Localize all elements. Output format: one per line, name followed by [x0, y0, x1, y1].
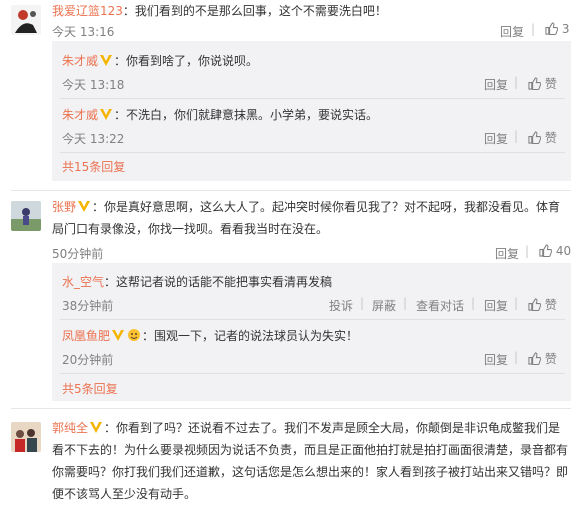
comment-body: 我爱辽篮123：我们看到的不是那么回事，这个不需要洗白吧！	[52, 1, 387, 21]
verified-v-icon	[90, 422, 103, 433]
reply-text: ：围观一下，记者的说法球员认为失实！	[142, 329, 359, 343]
reply-text: ：你看到啥了，你说说呗。	[114, 54, 259, 68]
like-count: 3	[561, 22, 570, 36]
divider: |	[360, 296, 365, 310]
reply-button[interactable]: 回复	[484, 76, 508, 93]
comment-body: 郭纯全 ：你看到了吗？还说看不过去了。我们不发声是顾全大局，你颠倒是非识龟成鳖我们…	[52, 418, 560, 438]
like-button[interactable]: 赞	[528, 129, 557, 146]
thumbs-up-icon	[528, 131, 542, 145]
username-link[interactable]: 朱才威	[62, 108, 98, 122]
comment-time: 50分钟前	[52, 247, 104, 261]
verified-v-icon	[78, 201, 91, 212]
avatar[interactable]	[11, 201, 41, 231]
username-link[interactable]: 我爱辽篮123	[52, 4, 123, 18]
reply-button[interactable]: 回复	[484, 351, 508, 368]
reply-list: 朱才威 ：你看到啥了，你说说呗。 今天 13:18 回复 | 赞 朱才威 ：不洗白，…	[52, 41, 571, 181]
divider: |	[525, 244, 530, 258]
verified-v-icon	[112, 330, 125, 341]
comment-time: 今天 13:16	[52, 25, 115, 39]
username-link[interactable]: 凤凰鱼肥	[62, 329, 110, 343]
reply-button[interactable]: 回复	[484, 297, 508, 314]
thumbs-up-icon	[539, 244, 553, 258]
reply-text: ：这帮记者说的话能不能把事实看清再发稿	[104, 275, 333, 289]
like-button[interactable]: 3	[545, 22, 569, 36]
divider	[60, 152, 565, 153]
like-button[interactable]: 40	[539, 244, 571, 258]
thumbs-up-icon	[545, 22, 559, 36]
verified-v-icon	[100, 109, 113, 120]
divider: |	[471, 296, 476, 310]
reply-button[interactable]: 回复	[500, 23, 524, 40]
like-button[interactable]: 赞	[528, 296, 557, 313]
reply-body: 朱才威 ：不洗白，你们就肆意抹黑。小学弟，要说实话。	[62, 105, 378, 125]
reply-time: 38分钟前	[62, 299, 114, 313]
comment-text-continued: 你需要吗？你打我们我们还道歉，这句话您是怎么想出来的！家人看到孩子被打站出来又错…	[52, 465, 569, 479]
divider: |	[514, 350, 519, 364]
reply-button[interactable]: 回复	[495, 245, 519, 262]
more-replies-link[interactable]: 共15条回复	[62, 158, 125, 175]
divider: |	[531, 22, 536, 36]
reply-body: 凤凰鱼肥 ：围观一下，记者的说法球员认为失实！	[62, 326, 358, 346]
divider	[60, 373, 565, 374]
reply-time: 今天 13:18	[62, 78, 125, 92]
divider: |	[514, 129, 519, 143]
like-label: 赞	[544, 131, 557, 145]
reply-button[interactable]: 回复	[484, 130, 508, 147]
reply-text: ：不洗白，你们就肆意抹黑。小学弟，要说实话。	[114, 108, 379, 122]
divider: |	[514, 296, 519, 310]
reply-list: 水_空气：这帮记者说的话能不能把事实看清再发稿 38分钟前 投诉 | 屏蔽 | …	[52, 263, 571, 401]
divider	[11, 190, 571, 191]
avatar[interactable]	[11, 422, 41, 452]
report-button[interactable]: 投诉	[329, 297, 353, 314]
like-label: 赞	[544, 298, 557, 312]
like-button[interactable]: 赞	[528, 75, 557, 92]
username-link[interactable]: 郭纯全	[52, 421, 88, 435]
divider: |	[514, 75, 519, 89]
username-link[interactable]: 张野	[52, 200, 76, 214]
reply-time: 20分钟前	[62, 353, 114, 367]
username-link[interactable]: 水_空气	[62, 275, 104, 289]
reply-body: 水_空气：这帮记者说的话能不能把事实看清再发稿	[62, 272, 332, 292]
view-conversation-button[interactable]: 查看对话	[416, 297, 464, 314]
fan-emoji-icon	[128, 329, 141, 341]
thumbs-up-icon	[528, 77, 542, 91]
verified-v-icon	[100, 55, 113, 66]
thumbs-up-icon	[528, 352, 542, 366]
divider	[11, 408, 571, 409]
reply-time: 今天 13:22	[62, 132, 125, 146]
like-label: 赞	[544, 352, 557, 366]
comment-text: ：你看到了吗？还说看不过去了。我们不发声是顾全大局，你颠倒是非识龟成鳖我们是	[104, 421, 561, 435]
divider	[60, 98, 565, 99]
comment-text-continued: 便不该骂人至少没有动手。	[52, 487, 197, 501]
like-label: 赞	[544, 77, 557, 91]
reply-body: 朱才威 ：你看到啥了，你说说呗。	[62, 51, 258, 71]
comment-text-continued: 看不下去的！为什么要录视频因为说话不负责，而且是正面他拍打就是拍打画面很清楚，录…	[52, 443, 569, 457]
like-button[interactable]: 赞	[528, 350, 557, 367]
comment-text-continued: 局门口有录像没，你找一找呗。看看我当时在没在。	[52, 222, 329, 236]
comment-body: 张野 ：你是真好意思啊，这么大人了。起冲突时候你看见我了？对不起呀，我都没看见。体…	[52, 197, 560, 217]
like-count: 40	[555, 244, 572, 258]
comment-text: ：你是真好意思啊，这么大人了。起冲突时候你看见我了？对不起呀，我都没看见。体育	[92, 200, 561, 214]
block-button[interactable]: 屏蔽	[372, 297, 396, 314]
avatar[interactable]	[11, 5, 41, 35]
more-replies-link[interactable]: 共5条回复	[62, 380, 118, 397]
thumbs-up-icon	[528, 298, 542, 312]
divider	[60, 319, 565, 320]
divider: |	[403, 296, 408, 310]
username-link[interactable]: 朱才威	[62, 54, 98, 68]
comment-text: ：我们看到的不是那么回事，这个不需要洗白吧！	[122, 4, 387, 18]
